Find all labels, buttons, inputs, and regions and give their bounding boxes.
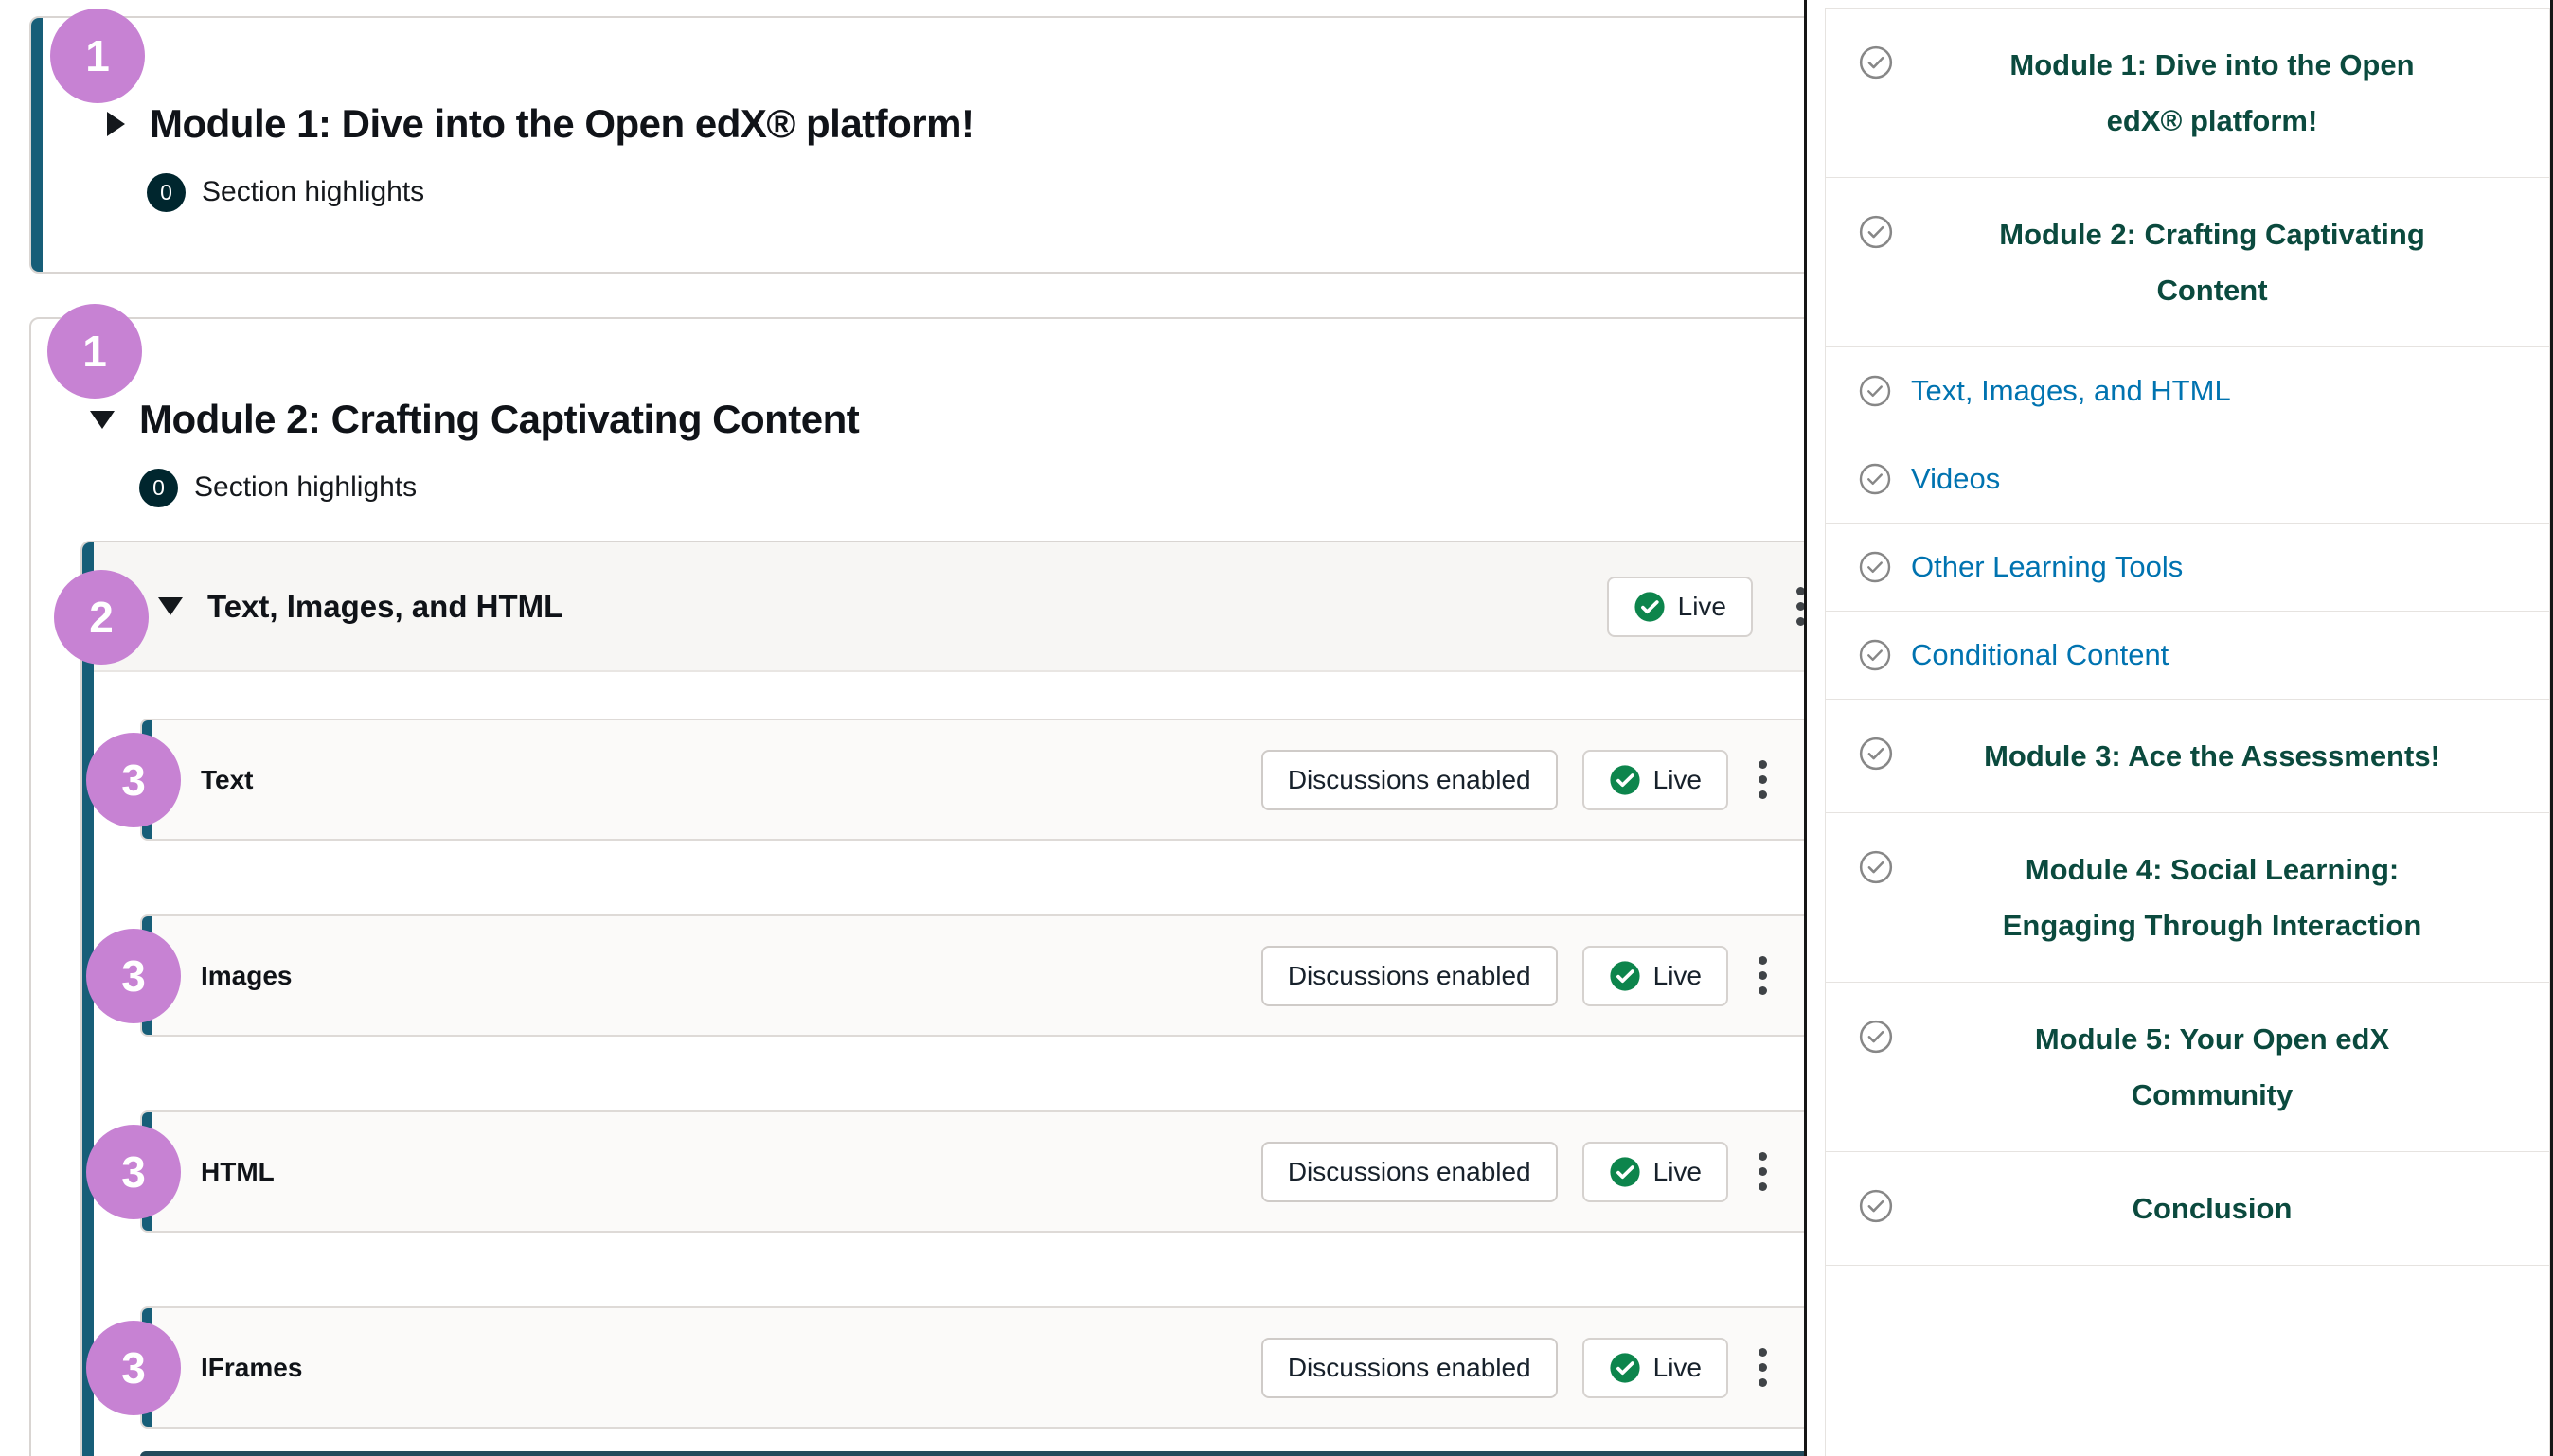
check-circle-icon: [1858, 374, 1892, 408]
check-circle-green-icon: [1634, 591, 1666, 623]
unit-title: Images: [201, 961, 293, 991]
unit-title: HTML: [201, 1157, 275, 1187]
sidebar-item-label: Module 4: Social Learning: Engaging Thro…: [1913, 842, 2511, 953]
outline-main: 1 Module 1: Dive into the Open edX® plat…: [0, 0, 1804, 1456]
check-circle-icon: [1858, 849, 1894, 885]
live-label: Live: [1653, 1353, 1702, 1383]
section-title-row: Module 2: Crafting Captivating Content: [31, 319, 1804, 442]
section-highlights-button[interactable]: 0 Section highlights: [139, 465, 1804, 510]
check-circle-green-icon: [1609, 960, 1641, 992]
sidebar-link-text-images-html[interactable]: Text, Images, and HTML: [1826, 347, 2549, 435]
course-outline-page: 1 Module 1: Dive into the Open edX® plat…: [0, 0, 2553, 1456]
sidebar-item-label: Module 2: Crafting Captivating Content: [1913, 206, 2511, 318]
live-label: Live: [1678, 592, 1726, 622]
live-label: Live: [1653, 961, 1702, 991]
section-accent-bar: [31, 18, 43, 272]
section-highlights-button[interactable]: 0 Section highlights: [147, 169, 1804, 215]
discussions-enabled-badge: Discussions enabled: [1261, 946, 1558, 1006]
kebab-menu-icon[interactable]: [1753, 1342, 1773, 1393]
live-status-badge: Live: [1607, 577, 1753, 637]
sidebar-link-conditional-content[interactable]: Conditional Content: [1826, 612, 2549, 700]
unit-card-iframes[interactable]: 3 IFrames Discussions enabled Live: [140, 1306, 1804, 1429]
sidebar-nav-list: Module 1: Dive into the Open edX® platfo…: [1825, 8, 2550, 1456]
annotation-mark-3: 3: [86, 929, 181, 1023]
check-circle-icon: [1858, 550, 1892, 584]
kebab-menu-icon[interactable]: [1753, 755, 1773, 805]
annotation-mark-1: 1: [50, 9, 145, 103]
collapse-caret-icon[interactable]: [90, 411, 115, 429]
highlights-label: Section highlights: [194, 471, 417, 504]
live-status-badge: Live: [1582, 1338, 1728, 1398]
section-card-module-2: 1 Module 2: Crafting Captivating Content…: [29, 317, 1804, 1456]
sidebar-link-label[interactable]: Conditional Content: [1911, 631, 2511, 679]
unit-controls: Discussions enabled Live: [1261, 1338, 1773, 1398]
annotation-mark-3: 3: [86, 1321, 181, 1415]
annotation-mark-3: 3: [86, 1125, 181, 1219]
discussions-enabled-badge: Discussions enabled: [1261, 1338, 1558, 1398]
sidebar-item-label: Module 5: Your Open edX Community: [1913, 1011, 2511, 1123]
unit-card-images[interactable]: 3 Images Discussions enabled Live: [140, 914, 1804, 1037]
discussions-enabled-badge: Discussions enabled: [1261, 1142, 1558, 1202]
check-circle-icon: [1858, 1019, 1894, 1055]
kebab-menu-icon[interactable]: [1753, 950, 1773, 1001]
sidebar-item-module-5[interactable]: Module 5: Your Open edX Community: [1826, 983, 2549, 1152]
live-status-badge: Live: [1582, 946, 1728, 1006]
live-label: Live: [1653, 1157, 1702, 1187]
annotation-mark-1b: 1: [47, 304, 142, 399]
kebab-menu-icon[interactable]: [1791, 581, 1804, 631]
subsection-card: 2 Text, Images, and HTML Live: [80, 541, 1804, 1456]
check-circle-green-icon: [1609, 764, 1641, 796]
sidebar-item-module-3[interactable]: Module 3: Ace the Assessments!: [1826, 700, 2549, 813]
check-circle-icon: [1858, 462, 1892, 496]
check-circle-icon: [1858, 736, 1894, 772]
section-card-module-1: 1 Module 1: Dive into the Open edX® plat…: [29, 16, 1804, 274]
discussions-enabled-badge: Discussions enabled: [1261, 750, 1558, 810]
subsection-title: Text, Images, and HTML: [207, 589, 562, 625]
next-unit-edge: [140, 1451, 1804, 1456]
live-status-badge: Live: [1582, 750, 1728, 810]
sidebar-link-videos[interactable]: Videos: [1826, 435, 2549, 524]
unit-controls: Discussions enabled Live: [1261, 1142, 1773, 1202]
section-title: Module 2: Crafting Captivating Content: [139, 397, 859, 442]
sidebar-item-module-4[interactable]: Module 4: Social Learning: Engaging Thro…: [1826, 813, 2549, 983]
unit-card-html[interactable]: 3 HTML Discussions enabled Live: [140, 1110, 1804, 1233]
section-title-row: Module 1: Dive into the Open edX® platfo…: [31, 18, 1804, 147]
course-navigation-sidebar: Module 1: Dive into the Open edX® platfo…: [1807, 0, 2550, 1456]
kebab-menu-icon[interactable]: [1753, 1146, 1773, 1197]
live-label: Live: [1653, 765, 1702, 795]
sidebar-link-label[interactable]: Videos: [1911, 455, 2511, 503]
sidebar-item-module-2[interactable]: Module 2: Crafting Captivating Content: [1826, 178, 2549, 347]
unit-title: Text: [201, 765, 254, 795]
section-title: Module 1: Dive into the Open edX® platfo…: [150, 101, 974, 147]
highlights-count-badge: 0: [147, 173, 186, 212]
check-circle-icon: [1858, 1188, 1894, 1224]
annotation-mark-2: 2: [54, 570, 149, 665]
unit-card-text[interactable]: 3 Text Discussions enabled Live: [140, 719, 1804, 841]
subsection-header: Text, Images, and HTML Live: [82, 542, 1804, 672]
check-circle-icon: [1858, 638, 1892, 672]
collapse-caret-icon[interactable]: [158, 597, 183, 615]
check-circle-green-icon: [1609, 1352, 1641, 1384]
sidebar-item-module-1[interactable]: Module 1: Dive into the Open edX® platfo…: [1826, 9, 2549, 178]
sidebar-item-label: Conclusion: [1913, 1181, 2511, 1236]
live-status-badge: Live: [1582, 1142, 1728, 1202]
unit-controls: Discussions enabled Live: [1261, 750, 1773, 810]
annotation-mark-3: 3: [86, 733, 181, 827]
sidebar-link-other-learning-tools[interactable]: Other Learning Tools: [1826, 524, 2549, 612]
expand-caret-icon[interactable]: [107, 112, 125, 136]
highlights-label: Section highlights: [202, 176, 424, 208]
sidebar-item-label: Module 3: Ace the Assessments!: [1913, 728, 2511, 784]
check-circle-icon: [1858, 44, 1894, 80]
subsection-controls: Live: [1607, 577, 1804, 637]
sidebar-link-label[interactable]: Text, Images, and HTML: [1911, 367, 2511, 415]
highlights-count-badge: 0: [139, 469, 178, 507]
sidebar-link-label[interactable]: Other Learning Tools: [1911, 543, 2511, 591]
unit-title: IFrames: [201, 1353, 302, 1383]
check-circle-icon: [1858, 214, 1894, 250]
sidebar-item-label: Module 1: Dive into the Open edX® platfo…: [1913, 37, 2511, 149]
check-circle-green-icon: [1609, 1156, 1641, 1188]
sidebar-item-conclusion[interactable]: Conclusion: [1826, 1152, 2549, 1266]
unit-controls: Discussions enabled Live: [1261, 946, 1773, 1006]
